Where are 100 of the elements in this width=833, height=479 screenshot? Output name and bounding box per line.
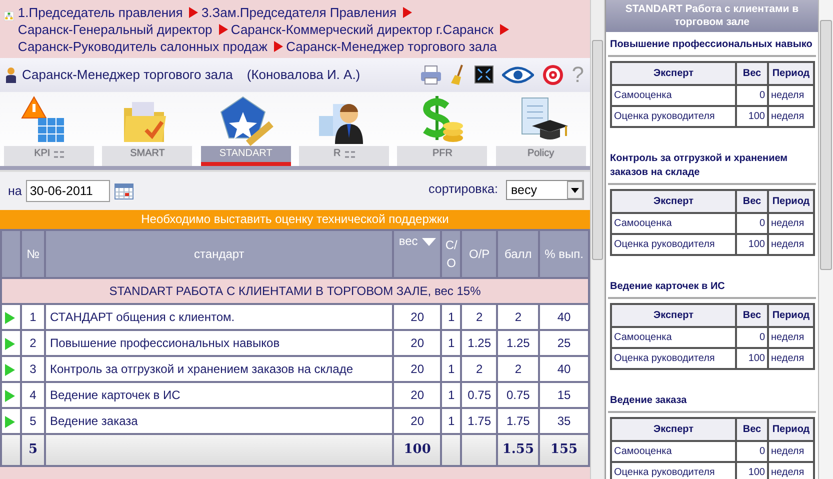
table-cell: 20 (394, 409, 440, 433)
tab[interactable]: R (296, 94, 392, 166)
eye-icon[interactable] (502, 65, 534, 85)
table-cell: 1.25 (498, 331, 538, 355)
column-header[interactable]: вес (394, 231, 440, 277)
sort-dropdown[interactable]: весу (506, 180, 584, 200)
scrollbar[interactable] (590, 0, 605, 479)
table-cell: неделя (769, 463, 813, 479)
table-cell: 4 (22, 383, 44, 407)
breadcrumb-link[interactable]: 3.Зам.Председателя Правления (201, 4, 397, 21)
column-header: Вес (737, 191, 767, 212)
column-header: Вес (737, 305, 767, 326)
play-icon[interactable] (5, 338, 15, 350)
breadcrumb-link[interactable]: 1.Председатель правления (18, 4, 183, 21)
total-cell: 5 (22, 435, 44, 465)
section-title: Контроль за отгрузкой и хранением заказов на складе (608, 146, 816, 185)
table-cell: неделя (769, 349, 813, 368)
tab[interactable]: KPI (2, 94, 97, 166)
user-position: Саранск-Менеджер торгового зала (22, 66, 233, 84)
breadcrumb-link[interactable]: Саранск-Руководитель салонных продаж (18, 38, 268, 55)
column-header[interactable]: стандарт (46, 231, 392, 277)
table-cell: 0.75 (498, 383, 538, 407)
breadcrumb-link[interactable]: Саранск-Менеджер торгового зала (286, 38, 497, 55)
help-button[interactable]: ? (572, 64, 584, 86)
breadcrumb-link[interactable]: Саранск-Коммерческий директор г.Саранск (230, 21, 494, 38)
column-header: Период (769, 419, 813, 440)
tab[interactable]: PFR (394, 94, 490, 166)
screen-icon[interactable] (474, 65, 494, 85)
table-cell: 1 (442, 409, 460, 433)
column-header: Эксперт (612, 191, 735, 212)
user-icon (6, 67, 16, 83)
table-cell: 0 (737, 442, 767, 461)
play-icon[interactable] (5, 364, 15, 376)
column-header: Эксперт (612, 63, 735, 84)
scrollbar[interactable] (818, 0, 833, 479)
date-label: на (8, 182, 22, 200)
column-header: Вес (737, 63, 767, 84)
table-cell: Ведение заказа (46, 409, 392, 433)
table-cell: 3 (22, 357, 44, 381)
table-cell: 15 (540, 383, 588, 407)
table-cell: 2 (462, 357, 496, 381)
table-cell: 35 (540, 409, 588, 433)
table-cell: Самооценка (612, 86, 735, 105)
table-cell: 0 (737, 214, 767, 233)
tab[interactable]: SMART (100, 94, 195, 166)
table-cell: 1.75 (498, 409, 538, 433)
column-header[interactable]: балл (498, 231, 538, 277)
table-cell: 1.25 (462, 331, 496, 355)
table-cell: 1.75 (462, 409, 496, 433)
column-header[interactable]: О/Р (462, 231, 496, 277)
table-cell: 2 (498, 305, 538, 329)
arrow-icon (189, 7, 198, 18)
column-header (2, 231, 20, 277)
table-cell: Оценка руководителя (612, 349, 735, 368)
broom-icon[interactable] (450, 64, 466, 86)
notice-banner: Необходимо выставить оценку технической поддержки (0, 210, 590, 229)
table-cell: 100 (737, 107, 767, 126)
table-cell: Ведение карточек в ИС (46, 383, 392, 407)
panel-title: STANDART Работа с клиентами в торговом зале (606, 0, 818, 32)
table-cell: 25 (540, 331, 588, 355)
total-cell: 1.55 (498, 435, 538, 465)
printer-icon[interactable] (420, 65, 442, 85)
section-title: Повышение профессиональных навыко (608, 32, 816, 57)
column-header[interactable]: № (22, 231, 44, 277)
sort-label: сортировка: (428, 181, 498, 198)
table-cell: 2 (462, 305, 496, 329)
play-icon[interactable] (5, 312, 15, 324)
table-cell: 2 (22, 331, 44, 355)
calendar-icon[interactable] (114, 182, 134, 200)
total-cell: 100 (394, 435, 440, 465)
table-cell: Оценка руководителя (612, 235, 735, 254)
table-cell: 20 (394, 331, 440, 355)
table-cell: 20 (394, 305, 440, 329)
table-cell: 0 (737, 86, 767, 105)
column-header[interactable]: С/О (442, 231, 460, 277)
table-cell: Самооценка (612, 214, 735, 233)
table-cell: неделя (769, 235, 813, 254)
play-icon[interactable] (5, 416, 15, 428)
target-icon[interactable] (542, 64, 564, 86)
table-cell: 20 (394, 357, 440, 381)
table-cell: неделя (769, 214, 813, 233)
arrow-icon (500, 24, 510, 35)
table-cell: 100 (737, 463, 767, 479)
tab[interactable]: Policy (493, 94, 588, 166)
breadcrumb-link[interactable]: Саранск-Генеральный директор (18, 21, 212, 38)
column-header[interactable]: % вып. (540, 231, 588, 277)
table-cell: Самооценка (612, 328, 735, 347)
table-cell: 0 (737, 328, 767, 347)
arrow-icon (274, 41, 284, 52)
table-cell: 0.75 (462, 383, 496, 407)
column-header: Эксперт (612, 419, 735, 440)
date-field[interactable]: 30-06-2011 (26, 180, 110, 202)
user-name: (Коновалова И. А.) (246, 66, 360, 84)
sort-icon[interactable] (422, 238, 436, 246)
table-cell: 1 (442, 305, 460, 329)
table-cell: неделя (769, 442, 813, 461)
section-title: Ведение заказа (608, 388, 816, 413)
section-title: Ведение карточек в ИС (608, 274, 816, 299)
table-cell: Оценка руководителя (612, 463, 735, 479)
play-icon[interactable] (5, 390, 15, 402)
